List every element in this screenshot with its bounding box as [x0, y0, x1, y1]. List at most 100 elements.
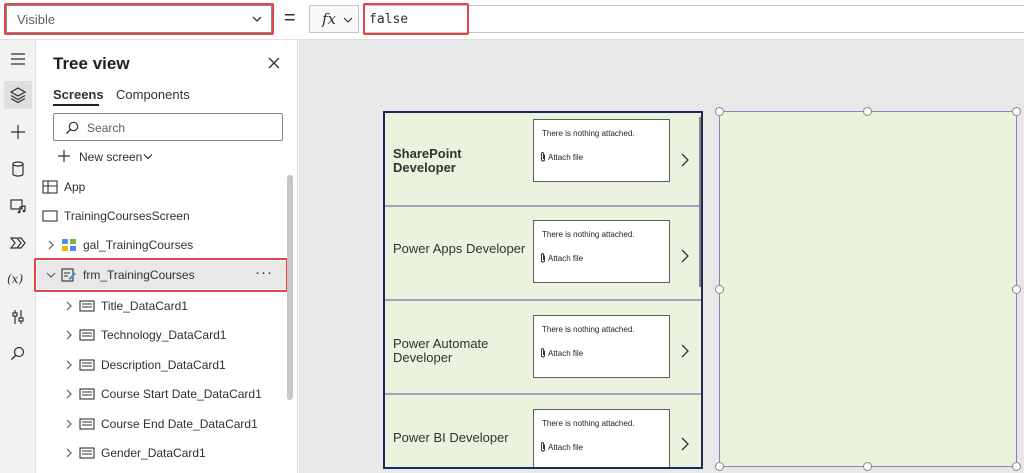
formula-bar: Visible = fx false	[0, 0, 1024, 40]
formula-highlight	[363, 3, 469, 35]
gallery-row[interactable]: Power BI Developer There is nothing atta…	[385, 395, 701, 467]
chevron-right-icon[interactable]	[64, 389, 74, 399]
tree-node-label: Gender_DataCard1	[101, 446, 206, 460]
tree-node-label: Course Start Date_DataCard1	[101, 387, 262, 401]
resize-handle-bottom-right[interactable]	[1012, 462, 1021, 471]
course-title: Power BI Developer	[393, 430, 509, 445]
chevron-right-icon[interactable]	[64, 330, 74, 340]
left-rail: (x)	[0, 40, 36, 473]
resize-handle-top-right[interactable]	[1012, 107, 1021, 116]
attach-file-link[interactable]: Attach file	[548, 254, 583, 263]
tree-node-label: Course End Date_DataCard1	[101, 417, 258, 431]
course-title: SharePoint Developer	[393, 146, 462, 175]
tree-node-app[interactable]: App	[37, 173, 287, 201]
attachment-control[interactable]: There is nothing attached. Attach file	[533, 409, 670, 467]
search-placeholder: Search	[87, 121, 126, 135]
plus-icon	[58, 150, 70, 162]
card-icon	[79, 329, 95, 341]
gallery-icon	[62, 239, 76, 251]
chevron-right-icon[interactable]	[46, 240, 56, 250]
search-input[interactable]: Search	[53, 113, 283, 141]
chevron-right-icon[interactable]	[64, 301, 74, 311]
tree-node-datacard[interactable]: Title_DataCard1	[37, 292, 287, 320]
hamburger-icon[interactable]	[4, 45, 32, 73]
media-icon[interactable]	[4, 192, 32, 220]
resize-handle-left[interactable]	[715, 285, 724, 294]
tab-screens[interactable]: Screens	[53, 87, 104, 102]
chevron-right-icon[interactable]	[680, 153, 690, 167]
close-icon[interactable]	[267, 56, 281, 70]
fx-button[interactable]: fx	[309, 5, 359, 33]
attachment-control[interactable]: There is nothing attached. Attach file	[533, 315, 670, 378]
tab-components[interactable]: Components	[116, 87, 190, 102]
tree-node-label: App	[64, 180, 86, 194]
resize-handle-top[interactable]	[863, 107, 872, 116]
chevron-right-icon[interactable]	[680, 344, 690, 358]
chevron-down-icon	[343, 17, 353, 23]
tree-node-datacard[interactable]: Technology_DataCard1	[37, 321, 287, 349]
flow-icon[interactable]	[4, 229, 32, 257]
variables-icon[interactable]: (x)	[4, 266, 32, 294]
edit-form[interactable]	[719, 111, 1017, 467]
gallery-training-courses[interactable]: SharePoint Developer There is nothing at…	[383, 111, 703, 469]
chevron-right-icon[interactable]	[64, 419, 74, 429]
tree-view-title: Tree view	[53, 54, 130, 73]
gallery-row[interactable]: SharePoint Developer There is nothing at…	[385, 113, 701, 207]
tree-node-label: Technology_DataCard1	[101, 328, 227, 342]
chevron-right-icon[interactable]	[680, 249, 690, 263]
equals-sign: =	[284, 7, 296, 29]
tree-node-screen[interactable]: TrainingCoursesScreen	[37, 202, 287, 230]
paperclip-icon	[541, 152, 545, 162]
attach-file-link[interactable]: Attach file	[548, 153, 583, 162]
card-icon	[79, 418, 95, 430]
attachment-control[interactable]: There is nothing attached. Attach file	[533, 119, 670, 182]
tree-view-panel: Tree view Screens Components Search New …	[34, 40, 298, 473]
attach-file-link[interactable]: Attach file	[548, 349, 583, 358]
nothing-attached-text: There is nothing attached.	[542, 325, 635, 334]
tree-node-datacard[interactable]: Course Start Date_DataCard1	[37, 380, 287, 408]
card-icon	[79, 447, 95, 459]
chevron-right-icon[interactable]	[680, 437, 690, 451]
tree-node-label: Title_DataCard1	[101, 299, 188, 313]
form-node-highlight	[34, 258, 288, 292]
tree-node-label: gal_TrainingCourses	[83, 238, 194, 252]
resize-handle-top-left[interactable]	[715, 107, 724, 116]
tree-node-datacard[interactable]: Gender_DataCard1	[37, 439, 287, 467]
gallery-row[interactable]: Power Automate Developer There is nothin…	[385, 301, 701, 395]
layers-icon[interactable]	[4, 81, 32, 109]
course-title: Power Automate Developer	[393, 336, 489, 365]
plus-icon[interactable]	[4, 118, 32, 146]
gallery-scrollbar[interactable]	[699, 117, 701, 287]
search-icon	[66, 121, 79, 134]
paperclip-icon	[541, 442, 545, 452]
card-icon	[79, 359, 95, 371]
tab-selected-indicator	[53, 104, 99, 106]
resize-handle-bottom[interactable]	[863, 462, 872, 471]
attachment-control[interactable]: There is nothing attached. Attach file	[533, 220, 670, 283]
nothing-attached-text: There is nothing attached.	[542, 419, 635, 428]
nothing-attached-text: There is nothing attached.	[542, 129, 635, 138]
search-icon[interactable]	[4, 340, 32, 368]
chevron-down-icon	[143, 154, 153, 160]
tools-icon[interactable]	[4, 303, 32, 331]
screen-icon	[42, 210, 58, 222]
attach-file-link[interactable]: Attach file	[548, 443, 583, 452]
chevron-right-icon[interactable]	[64, 448, 74, 458]
chevron-right-icon[interactable]	[64, 360, 74, 370]
tree-node-label: TrainingCoursesScreen	[64, 209, 190, 223]
tree-node-datacard[interactable]: Course End Date_DataCard1	[37, 410, 287, 438]
database-icon[interactable]	[4, 155, 32, 183]
card-icon	[79, 388, 95, 400]
app-icon	[42, 180, 58, 194]
course-title: Power Apps Developer	[393, 241, 526, 256]
fx-icon: fx	[322, 10, 337, 28]
resize-handle-right[interactable]	[1012, 285, 1021, 294]
variables-label: (x)	[7, 272, 24, 286]
tree-node-datacard[interactable]: Description_DataCard1	[37, 351, 287, 379]
paperclip-icon	[541, 253, 545, 263]
gallery-row[interactable]: Power Apps Developer There is nothing at…	[385, 207, 701, 301]
resize-handle-bottom-left[interactable]	[715, 462, 724, 471]
tree-scrollbar[interactable]	[287, 175, 293, 400]
canvas: SharePoint Developer There is nothing at…	[299, 40, 1024, 473]
tree-node-gallery[interactable]: gal_TrainingCourses	[37, 231, 287, 259]
